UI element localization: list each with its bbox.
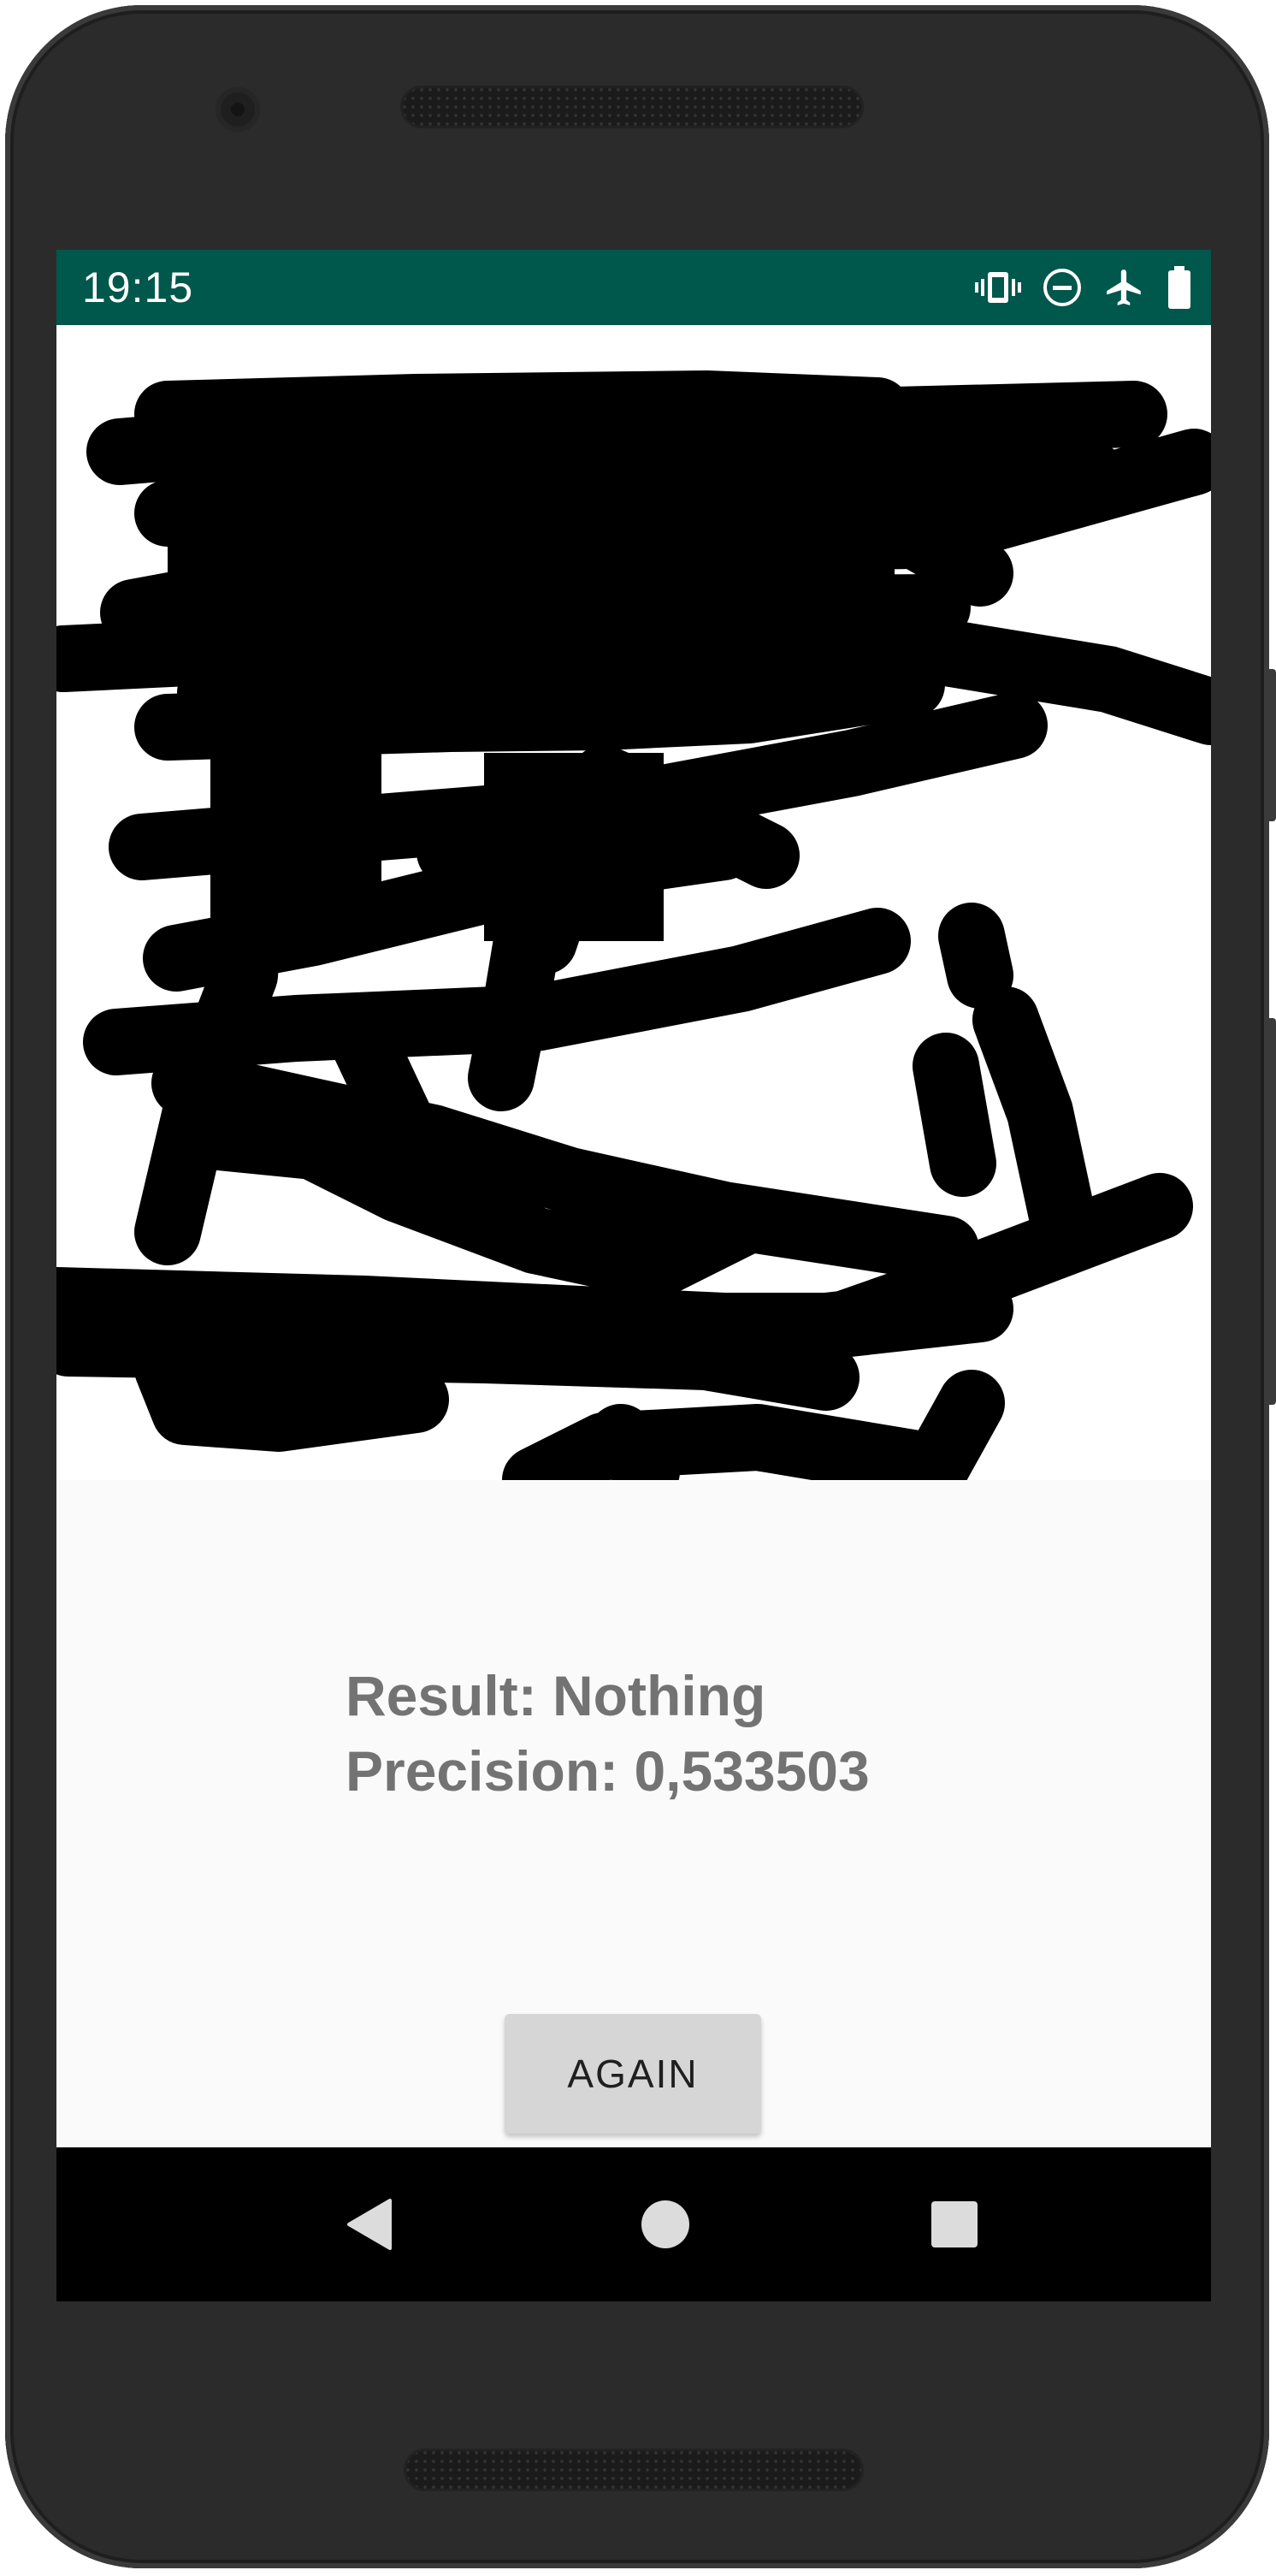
status-bar: 19:15 [56, 250, 1211, 325]
do-not-disturb-icon [1042, 267, 1083, 308]
precision-label: Precision: 0,533503 [346, 1739, 870, 1803]
volume-key [1264, 1018, 1276, 1405]
again-button[interactable]: AGAIN [505, 2014, 761, 2134]
drawing-strokes [56, 370, 1211, 1480]
power-key [1264, 669, 1276, 821]
phone-frame: 19:15 Result: Nothing Precision: 0,53350… [0, 0, 1276, 2576]
status-time: 19:15 [82, 264, 194, 311]
bottom-speaker-grille [404, 2449, 864, 2491]
vibrate-icon [975, 269, 1021, 306]
airplane-mode-icon [1103, 266, 1146, 309]
recent-apps-button[interactable] [920, 2190, 989, 2259]
home-button[interactable] [631, 2190, 700, 2259]
status-icons [975, 264, 1192, 311]
back-button[interactable] [335, 2190, 404, 2259]
front-camera [216, 87, 260, 132]
device-screen: 19:15 Result: Nothing Precision: 0,53350… [56, 250, 1211, 2301]
result-text-block: Result: Nothing Precision: 0,533503 [346, 1658, 870, 1809]
drawing-canvas[interactable] [56, 325, 1211, 1480]
home-icon [641, 2200, 689, 2248]
result-label: Result: Nothing [346, 1664, 766, 1727]
top-speaker-grille [400, 86, 864, 128]
navigation-bar [56, 2147, 1211, 2301]
recent-apps-icon [931, 2201, 978, 2247]
back-icon [347, 2199, 392, 2250]
battery-icon [1167, 266, 1192, 309]
